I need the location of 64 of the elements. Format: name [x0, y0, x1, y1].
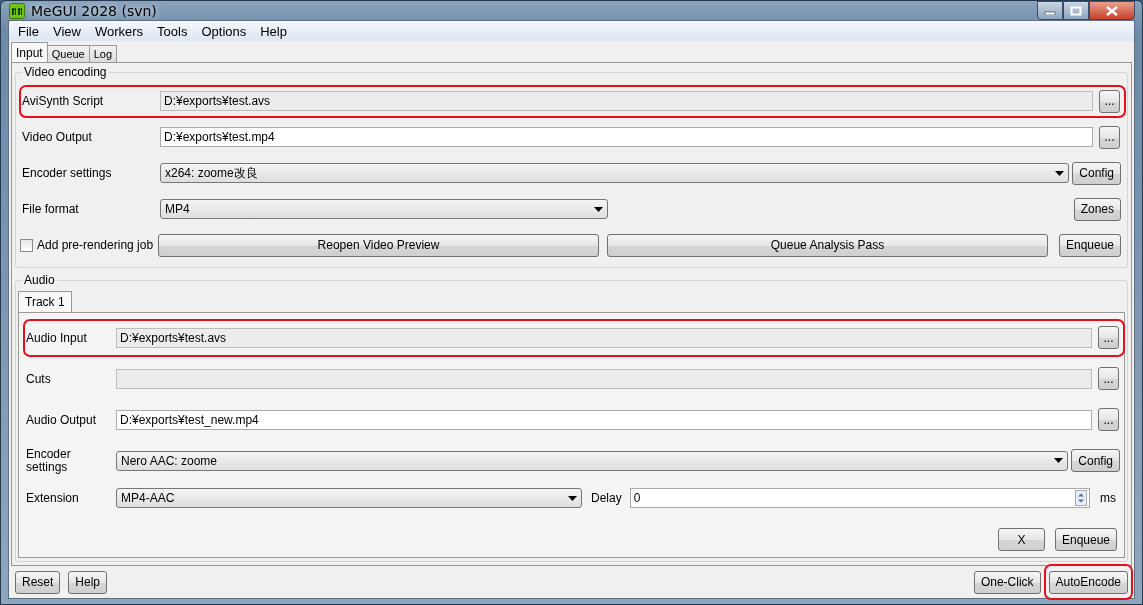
action-button[interactable]: Enqueue: [1054, 528, 1117, 551]
close-icon: [1105, 5, 1119, 16]
menu-item[interactable]: Help: [253, 23, 294, 39]
field-label: Encoder settings: [26, 447, 72, 474]
tab[interactable]: Track 1: [18, 291, 72, 312]
number-field[interactable]: 0: [629, 488, 1090, 508]
browse-button[interactable]: ...: [1099, 125, 1120, 149]
maximize-icon: [1070, 5, 1082, 16]
settings-button[interactable]: Config: [1072, 161, 1121, 185]
menu-item[interactable]: Tools: [150, 23, 195, 39]
unit-label: ms: [1100, 491, 1116, 505]
action-button[interactable]: X: [997, 528, 1045, 551]
footer-button[interactable]: Help: [68, 570, 108, 594]
close-button[interactable]: [1089, 1, 1135, 20]
group-title: Audio: [22, 273, 57, 287]
field-label: Encoder settings: [22, 166, 113, 180]
footer-button[interactable]: AutoEncode: [1048, 570, 1128, 594]
browse-button[interactable]: ...: [1098, 326, 1119, 349]
field-label: Cuts: [26, 371, 52, 386]
footer-button[interactable]: One-Click: [973, 570, 1041, 594]
checkbox-label: Add pre-rendering job: [37, 238, 154, 252]
path-field[interactable]: [116, 368, 1092, 389]
menu-item[interactable]: View: [45, 23, 88, 39]
tab[interactable]: Queue: [46, 45, 90, 62]
action-button[interactable]: Enqueue: [1058, 233, 1121, 257]
field-label: Delay: [591, 491, 622, 505]
minimize-button[interactable]: [1037, 1, 1063, 20]
menu-item[interactable]: File: [11, 23, 46, 39]
spinner-icon: [1075, 490, 1087, 506]
field-label: File format: [22, 202, 80, 216]
path-field[interactable]: D:¥exports¥test.mp4: [160, 127, 1093, 147]
browse-button[interactable]: ...: [1098, 367, 1119, 390]
settings-button[interactable]: Zones: [1073, 197, 1121, 221]
tab[interactable]: Log: [88, 45, 118, 62]
browse-button[interactable]: ...: [1099, 89, 1120, 113]
caret-icon: [1054, 458, 1064, 463]
action-button[interactable]: Reopen Video Preview: [158, 233, 599, 257]
caret-icon: [594, 206, 603, 212]
field-label: AviSynth Script: [22, 94, 105, 108]
field-label: Extension: [26, 491, 80, 505]
dropdown[interactable]: x264: zoome改良: [160, 163, 1070, 183]
dropdown[interactable]: Nero AAC: zoome: [116, 450, 1069, 471]
footer-button[interactable]: Reset: [15, 570, 61, 594]
path-field[interactable]: D:¥exports¥test_new.mp4: [116, 409, 1092, 430]
group-title: Video encoding: [22, 65, 109, 79]
dropdown[interactable]: MP4-AAC: [116, 488, 582, 508]
tab[interactable]: Input: [11, 42, 48, 62]
menu-item[interactable]: Workers: [87, 23, 151, 39]
app-icon: [9, 2, 25, 19]
menu-item[interactable]: Options: [194, 23, 254, 39]
path-field[interactable]: D:¥exports¥test.avs: [116, 327, 1092, 348]
action-button[interactable]: Queue Analysis Pass: [607, 233, 1048, 257]
window-title: MeGUI 2028 (svn): [31, 2, 157, 19]
settings-button[interactable]: Config: [1071, 449, 1120, 472]
dropdown[interactable]: MP4: [160, 199, 608, 219]
caret-icon: [568, 495, 577, 501]
browse-button[interactable]: ...: [1098, 408, 1119, 431]
field-label: Video Output: [22, 130, 93, 144]
field-label: Audio Input: [26, 330, 88, 345]
maximize-button[interactable]: [1063, 1, 1089, 20]
field-label: Audio Output: [26, 412, 98, 427]
caret-icon: [1055, 170, 1065, 176]
path-field[interactable]: D:¥exports¥test.avs: [160, 91, 1093, 111]
checkbox[interactable]: [20, 238, 33, 252]
